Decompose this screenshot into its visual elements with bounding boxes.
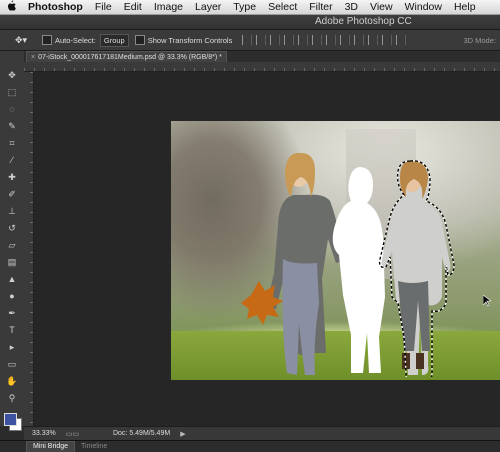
tab-mini-bridge[interactable]: Mini Bridge	[26, 441, 76, 452]
show-transform-checkbox[interactable]	[134, 35, 145, 45]
3d-mode-label: 3D Mode:	[463, 35, 496, 45]
show-transform-label: Show Transform Controls	[147, 35, 233, 45]
menu-edit[interactable]: Edit	[118, 1, 148, 13]
distribute-vcenter-icon[interactable]	[340, 35, 351, 45]
menu-select[interactable]: Select	[262, 1, 303, 13]
align-bottom-icon[interactable]	[270, 35, 281, 45]
eyedropper-tool-icon[interactable]: ⁄	[5, 154, 19, 166]
type-tool-icon[interactable]: T	[5, 324, 19, 336]
mouse-cursor-icon	[483, 295, 491, 307]
status-view-icon[interactable]: ▭▭	[66, 430, 79, 438]
auto-select-checkbox[interactable]	[42, 35, 52, 45]
selected-woman	[378, 160, 455, 377]
quick-select-tool-icon[interactable]: ✎	[5, 120, 19, 132]
align-top-icon[interactable]	[242, 35, 253, 45]
document-tab-title: 07-iStock_000017617181Medium.psd @ 33.3%…	[38, 54, 222, 61]
menu-type[interactable]: Type	[227, 1, 262, 13]
document-size-info: Doc: 5.49M/5.49M	[112, 430, 171, 437]
align-buttons-group	[242, 35, 410, 45]
distribute-bottom-icon[interactable]	[354, 35, 365, 45]
zoom-tool-icon[interactable]: ⚲	[5, 392, 19, 404]
align-right-icon[interactable]	[312, 35, 323, 45]
hand-tool-icon[interactable]: ✋	[5, 375, 19, 387]
document-tab-bar: × 07-iStock_000017617181Medium.psd @ 33.3…	[24, 51, 500, 63]
align-hcenter-icon[interactable]	[298, 35, 309, 45]
clone-stamp-tool-icon[interactable]: ⊥	[5, 205, 19, 217]
menu-view[interactable]: View	[364, 1, 399, 13]
shape-tool-icon[interactable]: ▭	[5, 358, 19, 370]
align-vcenter-icon[interactable]	[256, 35, 267, 45]
apple-menu-icon[interactable]	[0, 0, 22, 14]
close-tab-icon[interactable]: ×	[31, 54, 35, 61]
auto-select-dropdown[interactable]: Group	[99, 33, 129, 47]
menu-layer[interactable]: Layer	[189, 1, 227, 13]
gradient-tool-icon[interactable]: ▤	[5, 256, 19, 268]
menu-help[interactable]: Help	[448, 1, 482, 13]
foreground-color-swatch[interactable]	[4, 413, 17, 426]
options-bar: ✥▾ Auto-Select: Group Show Transform Con…	[0, 30, 500, 51]
menu-bar: Photoshop File Edit Image Layer Type Sel…	[0, 0, 500, 15]
move-tool-icon[interactable]: ✥	[5, 69, 19, 81]
menu-window[interactable]: Window	[399, 1, 448, 13]
tools-panel: ✥ ⬚ ◌ ✎ ⌗ ⁄ ✚ ✐ ⊥ ↺ ▱ ▤ ▲ ● ✒ T ▸ ▭ ✋ ⚲	[0, 51, 25, 426]
show-transform-option[interactable]: Show Transform Controls	[134, 35, 233, 45]
horizontal-ruler[interactable]	[24, 62, 500, 72]
menu-image[interactable]: Image	[148, 1, 189, 13]
menu-file[interactable]: File	[89, 1, 118, 13]
window-title: Adobe Photoshop CC	[315, 16, 412, 27]
document-canvas[interactable]	[34, 72, 500, 426]
distribute-right-icon[interactable]	[396, 35, 407, 45]
auto-select-option[interactable]: Auto-Select: Group	[42, 33, 129, 47]
status-menu-arrow-icon[interactable]: ▶	[180, 430, 185, 438]
marquee-tool-icon[interactable]: ⬚	[5, 86, 19, 98]
zoom-level[interactable]: 33.33%	[32, 430, 56, 437]
woman-with-leaves	[241, 152, 341, 375]
lasso-tool-icon[interactable]: ◌	[5, 103, 19, 115]
menu-app-photoshop[interactable]: Photoshop	[22, 1, 89, 13]
window-title-bar: Adobe Photoshop CC	[0, 15, 500, 30]
healing-brush-tool-icon[interactable]: ✚	[5, 171, 19, 183]
distribute-hcenter-icon[interactable]	[382, 35, 393, 45]
status-bar: 33.33% ▭▭ Doc: 5.49M/5.49M ▶	[24, 426, 500, 440]
bottom-panel-tabs: Mini Bridge Timeline	[0, 440, 500, 452]
brush-tool-icon[interactable]: ✐	[5, 188, 19, 200]
menu-filter[interactable]: Filter	[303, 1, 338, 13]
move-tool-icon[interactable]: ✥▾	[6, 33, 36, 47]
dodge-tool-icon[interactable]: ●	[5, 290, 19, 302]
distribute-left-icon[interactable]	[368, 35, 379, 45]
vertical-ruler[interactable]	[24, 72, 34, 426]
eraser-tool-icon[interactable]: ▱	[5, 239, 19, 251]
blur-tool-icon[interactable]: ▲	[5, 273, 19, 285]
distribute-top-icon[interactable]	[326, 35, 337, 45]
photo-image	[171, 121, 500, 380]
align-left-icon[interactable]	[284, 35, 295, 45]
path-select-tool-icon[interactable]: ▸	[5, 341, 19, 353]
auto-select-label: Auto-Select:	[55, 35, 96, 45]
crop-tool-icon[interactable]: ⌗	[5, 137, 19, 149]
pen-tool-icon[interactable]: ✒	[5, 307, 19, 319]
history-brush-tool-icon[interactable]: ↺	[5, 222, 19, 234]
menu-3d[interactable]: 3D	[339, 1, 364, 13]
